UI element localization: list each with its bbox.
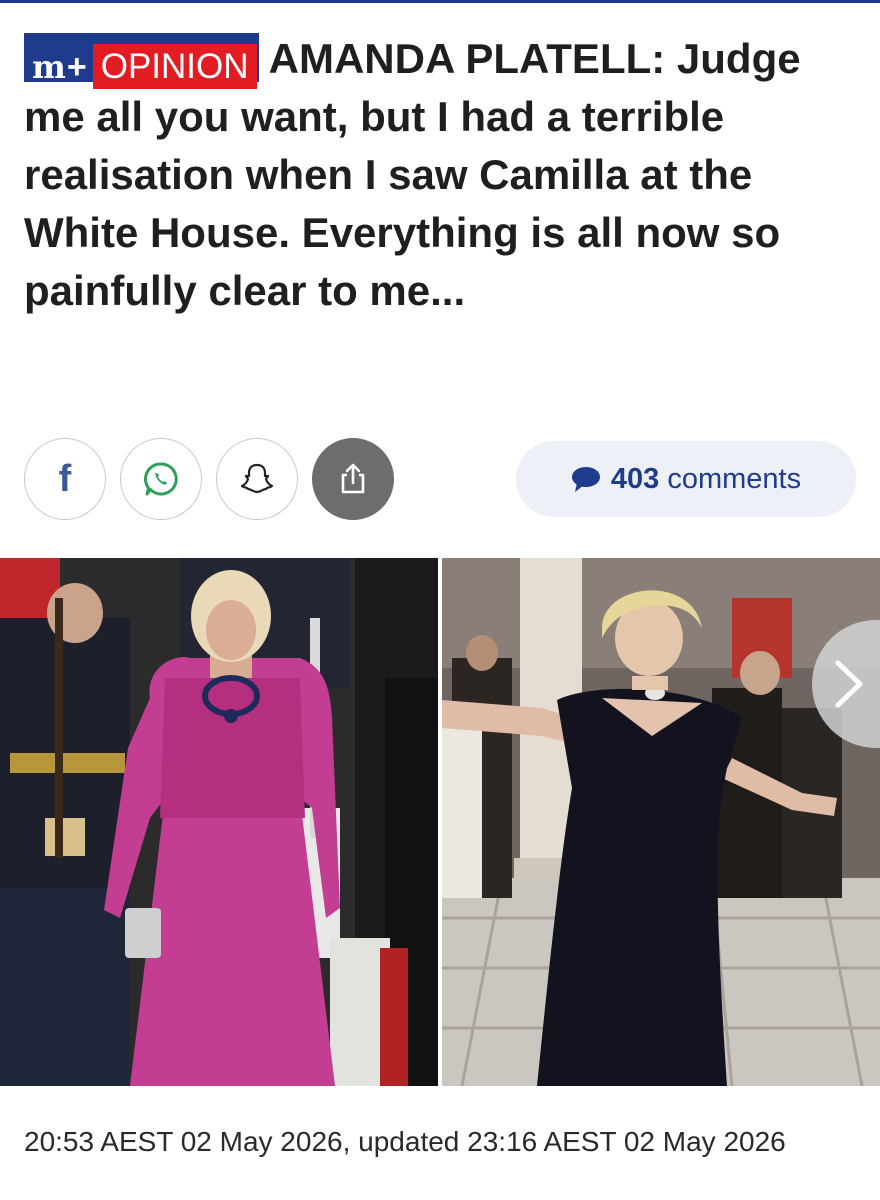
- section-label: OPINION: [92, 44, 257, 89]
- snapchat-share-button[interactable]: [216, 438, 298, 520]
- brand-plus: +: [66, 48, 87, 86]
- comment-label: comments: [667, 462, 802, 495]
- article-image-carousel[interactable]: [0, 558, 880, 1086]
- speech-bubble-icon: [571, 467, 600, 492]
- chevron-right-icon: [835, 660, 863, 708]
- photo-right: [442, 558, 880, 1086]
- more-share-button[interactable]: [312, 438, 394, 520]
- share-icon: [341, 463, 365, 494]
- publish-timestamp: 20:53 AEST 02 May 2026, updated 23:16 AE…: [24, 1126, 786, 1157]
- snapchat-icon: [240, 463, 274, 494]
- whatsapp-share-button[interactable]: [120, 438, 202, 520]
- article-headline: m+ OPINION AMANDA PLATELL: Judge me all y…: [24, 30, 864, 320]
- facebook-share-button[interactable]: f: [24, 438, 106, 520]
- comments-button[interactable]: 403 comments: [516, 441, 856, 517]
- premium-opinion-badge: m+ OPINION: [24, 33, 259, 89]
- whatsapp-icon: [144, 462, 178, 496]
- comment-count: 403: [610, 462, 660, 495]
- top-accent-bar: [0, 0, 880, 3]
- photo-left: [0, 558, 438, 1086]
- brand-logo: m: [32, 48, 66, 86]
- facebook-icon: f: [58, 457, 72, 500]
